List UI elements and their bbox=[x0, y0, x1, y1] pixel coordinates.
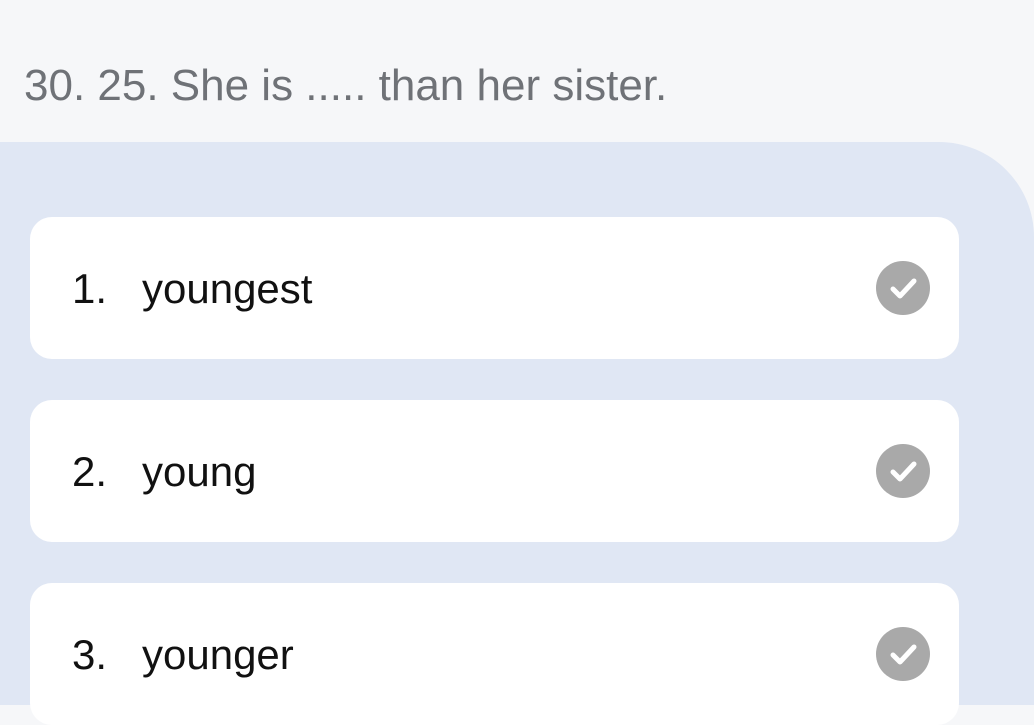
check-icon[interactable] bbox=[876, 627, 930, 681]
option-label: youngest bbox=[142, 265, 313, 312]
check-icon[interactable] bbox=[876, 444, 930, 498]
option-label: young bbox=[142, 448, 257, 495]
options-panel: 1. youngest 2. young 3. younger bbox=[0, 142, 1034, 725]
option-number: 1. bbox=[72, 265, 108, 312]
option-number: 3. bbox=[72, 631, 108, 678]
option-3[interactable]: 3. younger bbox=[30, 583, 959, 725]
question-text: 30. 25. She is ..... than her sister. bbox=[24, 61, 668, 110]
option-2[interactable]: 2. young bbox=[30, 400, 959, 542]
option-label: younger bbox=[142, 631, 294, 678]
option-1[interactable]: 1. youngest bbox=[30, 217, 959, 359]
check-icon[interactable] bbox=[876, 261, 930, 315]
option-number: 2. bbox=[72, 448, 108, 495]
